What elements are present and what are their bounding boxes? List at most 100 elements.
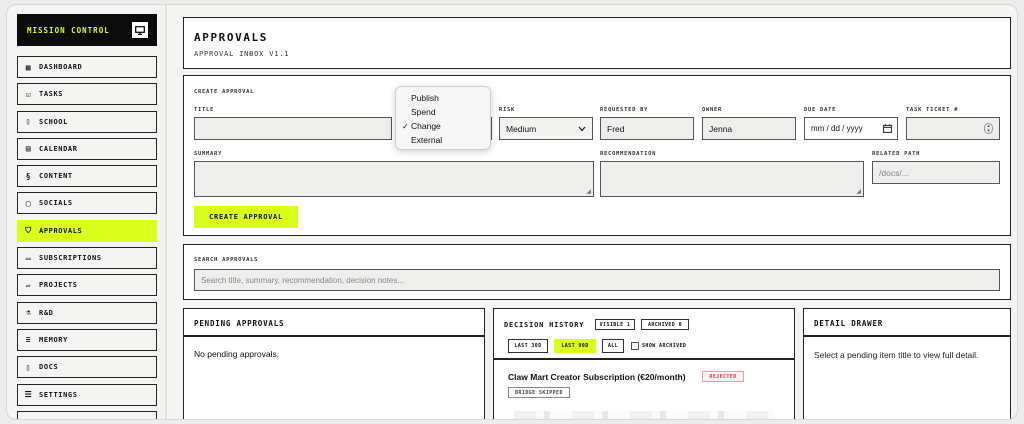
sidebar-item-label: OFFICE	[39, 418, 68, 419]
drawer-text: Select a pending item title to view full…	[814, 350, 979, 360]
filter-all[interactable]: ALL	[602, 339, 624, 353]
sidebar-item-label: DASHBOARD	[39, 63, 83, 71]
sidebar-item-label: R&D	[39, 308, 54, 317]
sidebar-item-socials[interactable]: ▢ SOCIALS	[17, 192, 157, 215]
sidebar-item-memory[interactable]: ≡ MEMORY	[17, 328, 157, 351]
type-option-change[interactable]: ✓ Change	[396, 119, 490, 133]
requested-by-value: Fred	[607, 123, 625, 134]
pending-approvals-panel: PENDING APPROVALS No pending approvals.	[183, 308, 485, 419]
due-date-input[interactable]: mm / dd / yyyy	[804, 117, 898, 140]
sidebar-item-dashboard[interactable]: ▦ DASHBOARD	[17, 56, 157, 78]
due-date-label: DUE DATE	[804, 107, 837, 113]
search-label: SEARCH APPROVALS	[194, 257, 259, 263]
show-archived-checkbox[interactable]	[631, 342, 639, 350]
sidebar-item-content[interactable]: § CONTENT	[17, 165, 157, 188]
shield-check-icon: ⛉	[25, 225, 32, 235]
chat-icon: ▢	[25, 198, 32, 208]
task-ticket-input[interactable]: ▴ ▾	[906, 117, 1000, 140]
summary-textarea[interactable]: ◢	[194, 161, 594, 197]
sidebar-item-label: CALENDAR	[39, 144, 78, 153]
sidebar-item-settings[interactable]: ☰ SETTINGS	[17, 383, 157, 406]
sidebar-item-docs[interactable]: ▯ DOCS	[17, 356, 157, 379]
pending-divider	[184, 335, 484, 337]
history-item[interactable]: Claw Mart Creator Subscription (€20/mont…	[494, 360, 794, 419]
summary-label: SUMMARY	[194, 151, 223, 157]
archived-count-chip: ARCHIVED 0	[641, 319, 689, 330]
scroll-icon: §	[25, 171, 32, 181]
folder-icon: ▱	[25, 280, 32, 290]
related-path-input[interactable]: /docs/...	[872, 161, 1000, 184]
sidebar-item-label: MEMORY	[39, 335, 68, 344]
type-option-label: External	[411, 135, 443, 145]
sidebar-item-projects[interactable]: ▱ PROJECTS	[17, 274, 157, 297]
title-input[interactable]	[194, 117, 392, 140]
header-panel: APPROVALS APPROVAL INBOX V1.1	[183, 17, 1011, 69]
pending-title: PENDING APPROVALS	[194, 319, 285, 328]
decision-history-panel: DECISION HISTORY VISIBLE 1 ARCHIVED 0 LA…	[493, 308, 795, 419]
sidebar-divider	[165, 5, 167, 419]
filter-last-30d[interactable]: LAST 30D	[508, 339, 548, 353]
visible-count-chip: VISIBLE 1	[595, 319, 635, 330]
history-title: DECISION HISTORY	[504, 321, 585, 329]
search-input[interactable]: Search title, summary, recommendation, d…	[194, 269, 1000, 291]
document-icon: ▯	[25, 362, 32, 372]
drawer-divider	[804, 335, 1010, 337]
calendar-icon: ▤	[25, 144, 32, 154]
sidebar-item-label: TASKS	[39, 90, 64, 99]
page-subtitle: APPROVAL INBOX V1.1	[194, 50, 290, 58]
risk-label: RISK	[499, 107, 516, 113]
sidebar-item-r-d[interactable]: ⚗ R&D	[17, 301, 157, 324]
owner-input[interactable]: Jenna	[702, 117, 796, 140]
flask-icon: ⚗	[25, 308, 32, 318]
sidebar-item-label: SETTINGS	[39, 390, 78, 399]
recommendation-textarea[interactable]: ◢	[600, 161, 864, 197]
bridge-skipped-tag: BRIDGE SKIPPED	[508, 387, 570, 398]
monitor-icon[interactable]	[131, 21, 149, 39]
type-dropdown-menu: Publish Spend ✓ Change External	[395, 86, 491, 150]
recommendation-label: RECOMMENDATION	[600, 151, 657, 157]
requested-by-label: REQUESTED BY	[600, 107, 649, 113]
type-option-label: Spend	[411, 107, 436, 117]
show-archived-label: SHOW ARCHIVED	[642, 343, 687, 349]
type-option-spend[interactable]: Spend	[396, 105, 490, 119]
owner-value: Jenna	[709, 123, 733, 134]
sidebar-item-tasks[interactable]: ☑ TASKS	[17, 83, 157, 106]
sidebar-item-label: SOCIALS	[39, 199, 73, 208]
type-option-label: Change	[411, 121, 441, 131]
redacted-line	[514, 411, 774, 419]
sidebar-item-label: SCHOOL	[39, 117, 68, 126]
calendar-icon[interactable]	[883, 124, 892, 135]
type-option-external[interactable]: External	[396, 133, 490, 147]
detail-drawer-panel: DETAIL DRAWER Select a pending item titl…	[803, 308, 1011, 419]
grid-icon: ▦	[24, 417, 33, 419]
stepper-icon[interactable]: ▴ ▾	[984, 123, 993, 134]
related-path-placeholder: /docs/...	[879, 167, 909, 178]
rejected-badge: REJECTED	[702, 371, 744, 382]
sidebar-item-label: DOCS	[39, 363, 59, 372]
brand-title: MISSION CONTROL	[27, 25, 110, 35]
search-panel: SEARCH APPROVALS Search title, summary, …	[183, 244, 1011, 300]
sidebar-item-label: APPROVALS	[39, 226, 83, 235]
type-option-label: Publish	[411, 93, 439, 103]
sidebar-item-subscriptions[interactable]: ▭ SUBSCRIPTIONS	[17, 247, 157, 270]
checkmark-icon: ✓	[402, 121, 409, 131]
requested-by-input[interactable]: Fred	[600, 117, 694, 140]
risk-select[interactable]: Medium	[499, 117, 593, 140]
create-section-label: CREATE APPROVAL	[194, 89, 255, 95]
sliders-icon: ☰	[24, 390, 33, 400]
related-path-label: RELATED PATH	[872, 151, 921, 157]
nav-list: ▦ DASHBOARD ☑ TASKS ▯ SCHOOL ▤ CALENDAR § CONTENT…	[17, 56, 157, 419]
sidebar-item-label: CONTENT	[39, 172, 73, 181]
sidebar-item-label: SUBSCRIPTIONS	[39, 254, 102, 263]
chevron-down-icon	[578, 124, 586, 134]
risk-value: Medium	[506, 123, 537, 134]
create-approval-button[interactable]: CREATE APPROVAL	[194, 206, 298, 228]
filter-last-90d[interactable]: LAST 90D	[554, 339, 596, 353]
history-item-title[interactable]: Claw Mart Creator Subscription (€20/mont…	[508, 372, 686, 382]
type-option-publish[interactable]: Publish	[396, 91, 490, 105]
sidebar-item-school[interactable]: ▯ SCHOOL	[17, 110, 157, 133]
sidebar-item-approvals[interactable]: ⛉ APPROVALS	[17, 219, 157, 242]
sidebar-item-calendar[interactable]: ▤ CALENDAR	[17, 137, 157, 160]
book-icon: ▯	[25, 117, 32, 127]
sidebar-item-office[interactable]: ▦ OFFICE	[17, 410, 157, 419]
